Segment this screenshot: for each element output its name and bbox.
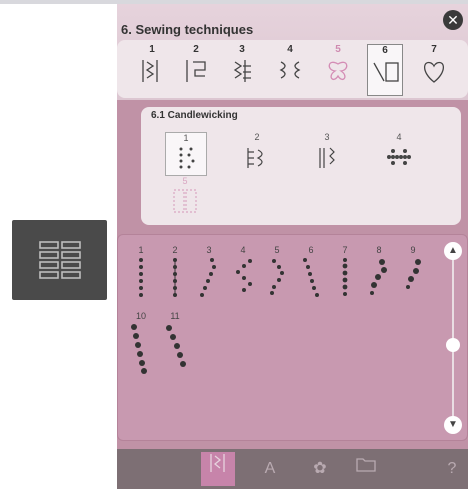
category-7[interactable]: 7: [417, 44, 451, 94]
category-4[interactable]: 4: [273, 44, 307, 94]
subcategory-number: 4: [396, 132, 402, 142]
help-button[interactable]: ?: [435, 452, 468, 486]
stitch-number: 10: [135, 311, 146, 321]
candlewick-border-icon: [319, 147, 335, 168]
subcategory-5[interactable]: 5: [165, 176, 205, 218]
sewing-techniques-icon: [373, 62, 399, 82]
category-number: 6: [382, 45, 388, 56]
stitch-number: 7: [342, 245, 348, 255]
heart-icon: [423, 61, 445, 83]
subcategory-number: 1: [183, 133, 189, 143]
stitch-number: 1: [138, 245, 144, 255]
stitch-menu-tab[interactable]: [201, 452, 235, 486]
decorative-stitch-icon: [186, 60, 206, 82]
category-number: 1: [149, 44, 155, 55]
panel-title: 6. Sewing techniques: [121, 22, 254, 37]
scroll-up-button[interactable]: ▲: [444, 242, 462, 260]
panel-header: 6. Sewing techniques ✕ 1 2 3 4 5 6 7: [117, 4, 468, 100]
candlewick-stitch-icon: [131, 324, 147, 374]
category-number: 7: [431, 44, 437, 55]
category-number: 2: [193, 44, 199, 55]
subcategory-2[interactable]: 2: [237, 132, 277, 174]
category-2[interactable]: 2: [179, 44, 213, 94]
close-icon: ✕: [447, 12, 459, 28]
stitch-number: 6: [308, 245, 314, 255]
subcategory-title: 6.1 Candlewicking: [151, 110, 238, 121]
bottom-toolbar: A ✿ ?: [117, 449, 468, 489]
subcategory-number: 2: [254, 132, 260, 142]
stitch-menu-icon: [210, 454, 225, 472]
candlewick-stitch-icon: [303, 258, 319, 297]
stitch-6[interactable]: 6: [296, 245, 326, 307]
candlewick-pattern-icon: [247, 148, 263, 168]
candlewick-stitch-icon: [179, 147, 195, 169]
stitch-4[interactable]: 4: [228, 245, 258, 307]
quilt-stitch-icon: [233, 60, 251, 82]
stitch-grid: 1 2 3 4 5 6 7 8 9 10 11: [117, 234, 468, 441]
subcategory-4[interactable]: 4: [379, 132, 419, 174]
stitch-menu-toggle-button[interactable]: [12, 220, 107, 300]
stitch-1[interactable]: 1: [126, 245, 156, 307]
candlewick-stitch-icon: [406, 259, 421, 289]
stitch-5[interactable]: 5: [262, 245, 292, 307]
candlewick-stitch-icon: [370, 259, 387, 295]
chevron-down-icon: ▼: [448, 419, 458, 430]
category-number: 5: [335, 44, 341, 55]
stitch-10[interactable]: 10: [126, 311, 156, 378]
stitch-menu-icon: [39, 241, 81, 279]
folder-icon: [356, 458, 376, 472]
stitch-number: 4: [240, 245, 246, 255]
candlewick-stitch-icon: [270, 259, 284, 295]
chevron-up-icon: ▲: [448, 245, 458, 256]
help-icon: ?: [447, 460, 457, 477]
subcategory-number: 5: [182, 176, 188, 186]
font-tab[interactable]: A: [253, 452, 287, 486]
candlewick-flower-icon: [387, 149, 411, 165]
category-number: 3: [239, 44, 245, 55]
stitch-number: 11: [170, 311, 180, 321]
category-5[interactable]: 5: [321, 44, 355, 94]
scroll-down-button[interactable]: ▼: [444, 416, 462, 434]
stitch-number: 9: [410, 245, 416, 255]
scallop-stitch-icon: [279, 61, 301, 79]
butterfly-icon: [328, 61, 348, 80]
category-1[interactable]: 1: [135, 44, 169, 94]
stitch-2[interactable]: 2: [160, 245, 190, 307]
candlewick-stitch-icon: [166, 325, 186, 367]
stitch-number: 5: [274, 245, 280, 255]
candlewick-stitch-icon: [200, 258, 216, 297]
straight-stitch-icon: [142, 60, 158, 82]
stitch-number: 3: [206, 245, 212, 255]
stitch-number: 2: [172, 245, 178, 255]
stitch-number: 8: [376, 245, 382, 255]
file-manager-tab[interactable]: [349, 452, 383, 486]
category-3[interactable]: 3: [225, 44, 259, 94]
font-icon: A: [264, 460, 276, 477]
scroll-thumb[interactable]: [446, 338, 460, 352]
category-6[interactable]: 6: [367, 44, 403, 96]
candlewick-stitch-icon: [236, 259, 252, 292]
subcategory-1[interactable]: 1: [165, 132, 207, 176]
candlewick-stitch-icon: [173, 258, 177, 297]
subcategory-number: 3: [324, 132, 330, 142]
stitch-8[interactable]: 8: [364, 245, 394, 307]
candlewick-stitch-icon: [342, 258, 348, 296]
candlewick-stitch-icon: [139, 258, 143, 297]
embroidery-tab[interactable]: ✿: [303, 452, 337, 486]
stitch-7[interactable]: 7: [330, 245, 360, 307]
stitch-scrollbar[interactable]: ▲ ▼: [444, 242, 462, 434]
category-bar: 1 2 3 4 5 6 7: [117, 40, 468, 98]
stitch-3[interactable]: 3: [194, 245, 224, 307]
subcategory-3[interactable]: 3: [307, 132, 347, 174]
stitch-9[interactable]: 9: [398, 245, 428, 307]
butterfly-icon: ✿: [313, 460, 327, 477]
close-button[interactable]: ✕: [443, 10, 463, 30]
stitch-selection-panel: 6. Sewing techniques ✕ 1 2 3 4 5 6 7 6.1…: [117, 4, 468, 489]
candlewick-square-icon: [173, 189, 197, 213]
stitch-11[interactable]: 11: [160, 311, 190, 378]
category-number: 4: [287, 44, 293, 55]
